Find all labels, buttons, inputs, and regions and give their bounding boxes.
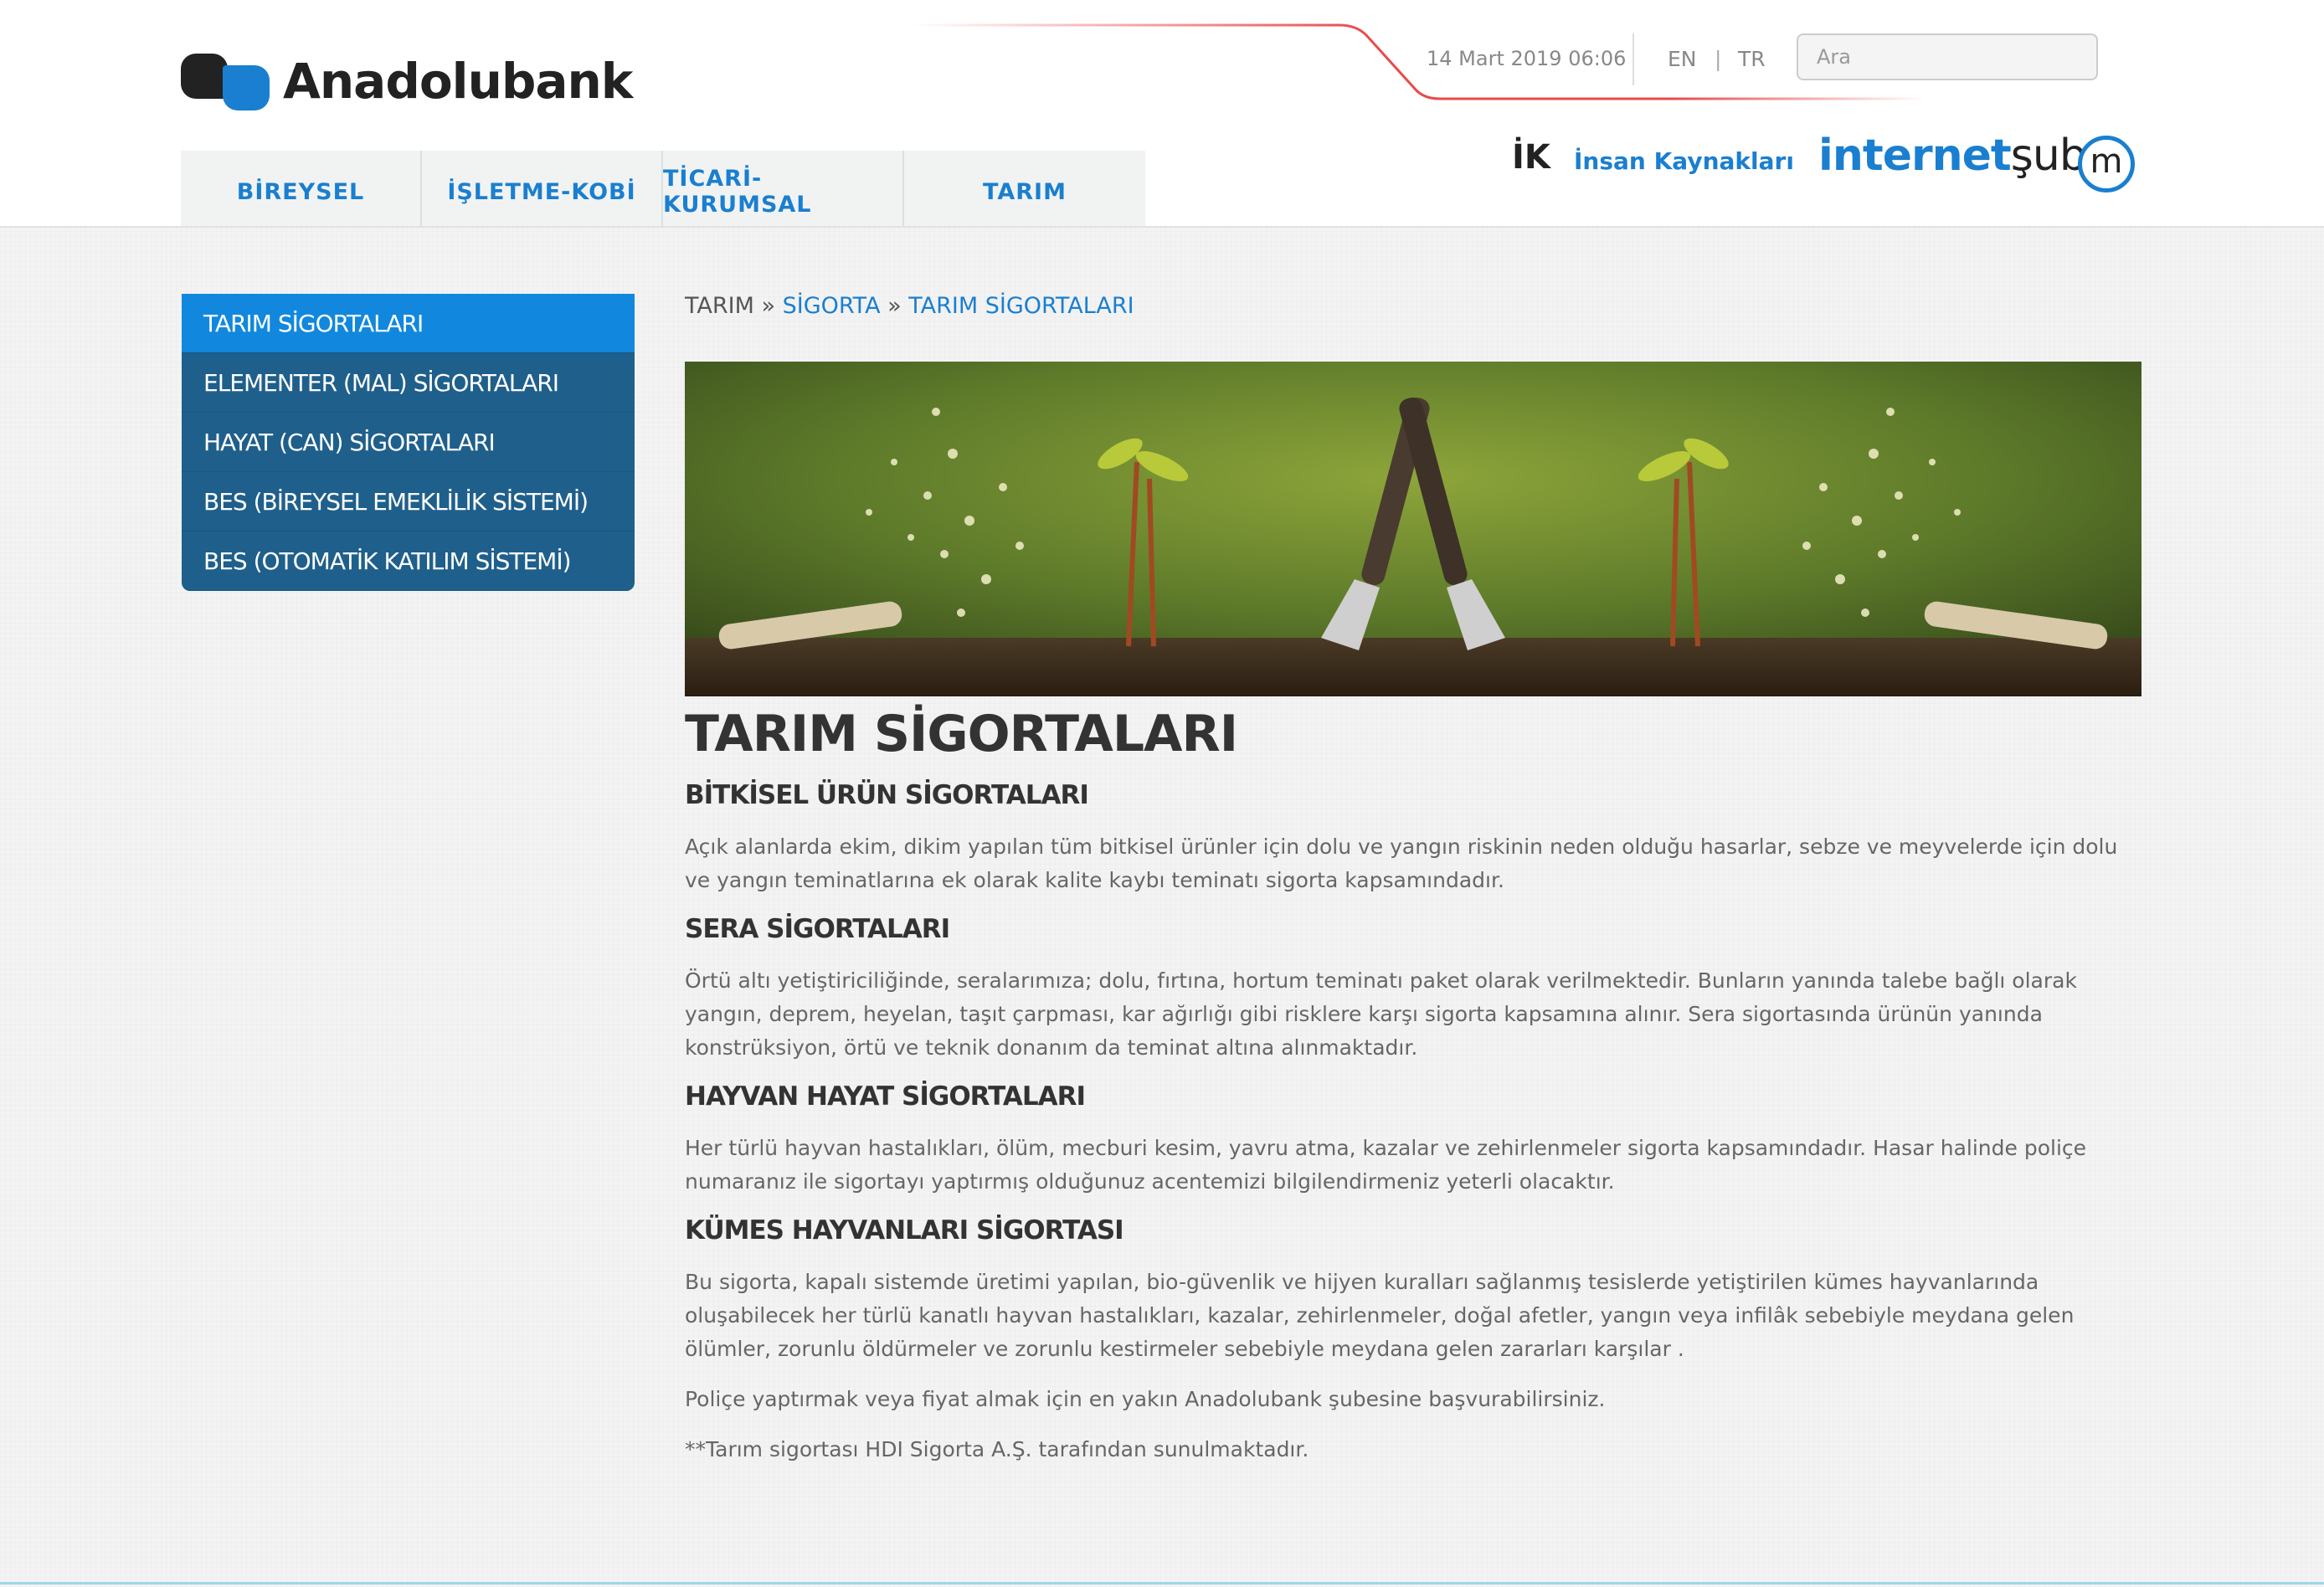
section-heading: KÜMES HAYVANLARI SİGORTASI [685, 1215, 1124, 1245]
page-title: TARIM SİGORTALARI [685, 705, 1238, 763]
internet-sube-link[interactable]: internetşube m [1818, 126, 2145, 201]
breadcrumb-current[interactable]: TARIM SİGORTALARI [908, 293, 1134, 319]
breadcrumb: TARIM » SİGORTA » TARIM SİGORTALARI [685, 293, 1134, 319]
breadcrumb-sigorta[interactable]: SİGORTA [783, 293, 881, 319]
mobile-m-icon: m [2078, 136, 2135, 193]
main-nav: BİREYSEL İŞLETME-KOBİ TİCARİ-KURUMSAL TA… [181, 151, 1145, 226]
ik-label: İnsan Kaynakları [1574, 147, 1794, 175]
decorative-red-line [913, 23, 1926, 100]
side-menu-item-bes-bireysel[interactable]: BES (BİREYSEL EMEKLİLİK SİSTEMİ) [182, 472, 635, 532]
section-heading: HAYVAN HAYAT SİGORTALARI [685, 1081, 1086, 1112]
section-body: Örtü altı yetiştiriciliğinde, seralarımı… [685, 968, 2077, 1060]
logo-text: Anadolubank [283, 53, 633, 110]
breadcrumb-separator: » [887, 293, 902, 319]
nav-tab-bireysel[interactable]: BİREYSEL [181, 151, 422, 226]
lang-separator: | [1715, 47, 1722, 71]
side-menu-item-bes-otomatik[interactable]: BES (OTOMATİK KATILIM SİSTEMİ) [182, 532, 635, 591]
section-body: Her türlü hayvan hastalıkları, ölüm, mec… [685, 1136, 2087, 1194]
side-menu-item-tarim-sigortalari[interactable]: TARIM SİGORTALARI [182, 294, 635, 353]
ik-logo-icon: İK [1512, 138, 1550, 177]
side-menu-item-hayat[interactable]: HAYAT (CAN) SİGORTALARI [182, 413, 635, 472]
site-header: Anadolubank 14 Mart 2019 06:06 EN | TR İ… [0, 0, 2324, 228]
lang-tr-link[interactable]: TR [1738, 47, 1766, 71]
nav-tab-isletme-kobi[interactable]: İŞLETME-KOBİ [422, 151, 663, 226]
logo-mark-icon [181, 54, 278, 110]
header-divider [1632, 33, 1634, 85]
side-menu: TARIM SİGORTALARI ELEMENTER (MAL) SİGORT… [182, 294, 635, 591]
breadcrumb-separator: » [761, 293, 776, 319]
section-heading: SERA SİGORTALARI [685, 914, 950, 944]
lang-en-link[interactable]: EN [1668, 47, 1697, 71]
section-body: Bu sigorta, kapalı sistemde üretimi yapı… [685, 1270, 2075, 1361]
section-body: Açık alanlarda ekim, dikim yapılan tüm b… [685, 835, 2118, 892]
side-menu-item-elementer[interactable]: ELEMENTER (MAL) SİGORTALARI [182, 353, 635, 413]
hero-banner-image [685, 362, 2141, 696]
current-datetime: 14 Mart 2019 06:06 [1427, 47, 1627, 70]
contact-note: Poliçe yaptırmak veya fiyat almak için e… [685, 1387, 1606, 1411]
internet-sube-logo: internetşube [1818, 131, 2113, 181]
footer-divider [0, 1582, 2324, 1584]
nav-tab-tarim[interactable]: TARIM [904, 151, 1145, 226]
search-input[interactable] [1797, 33, 2098, 80]
nav-tab-ticari-kurumsal[interactable]: TİCARİ-KURUMSAL [663, 151, 904, 226]
breadcrumb-root[interactable]: TARIM [685, 293, 754, 319]
section-heading: BİTKİSEL ÜRÜN SİGORTALARI [685, 780, 1089, 810]
provider-note: **Tarım sigortası HDI Sigorta A.Ş. taraf… [685, 1437, 1309, 1461]
